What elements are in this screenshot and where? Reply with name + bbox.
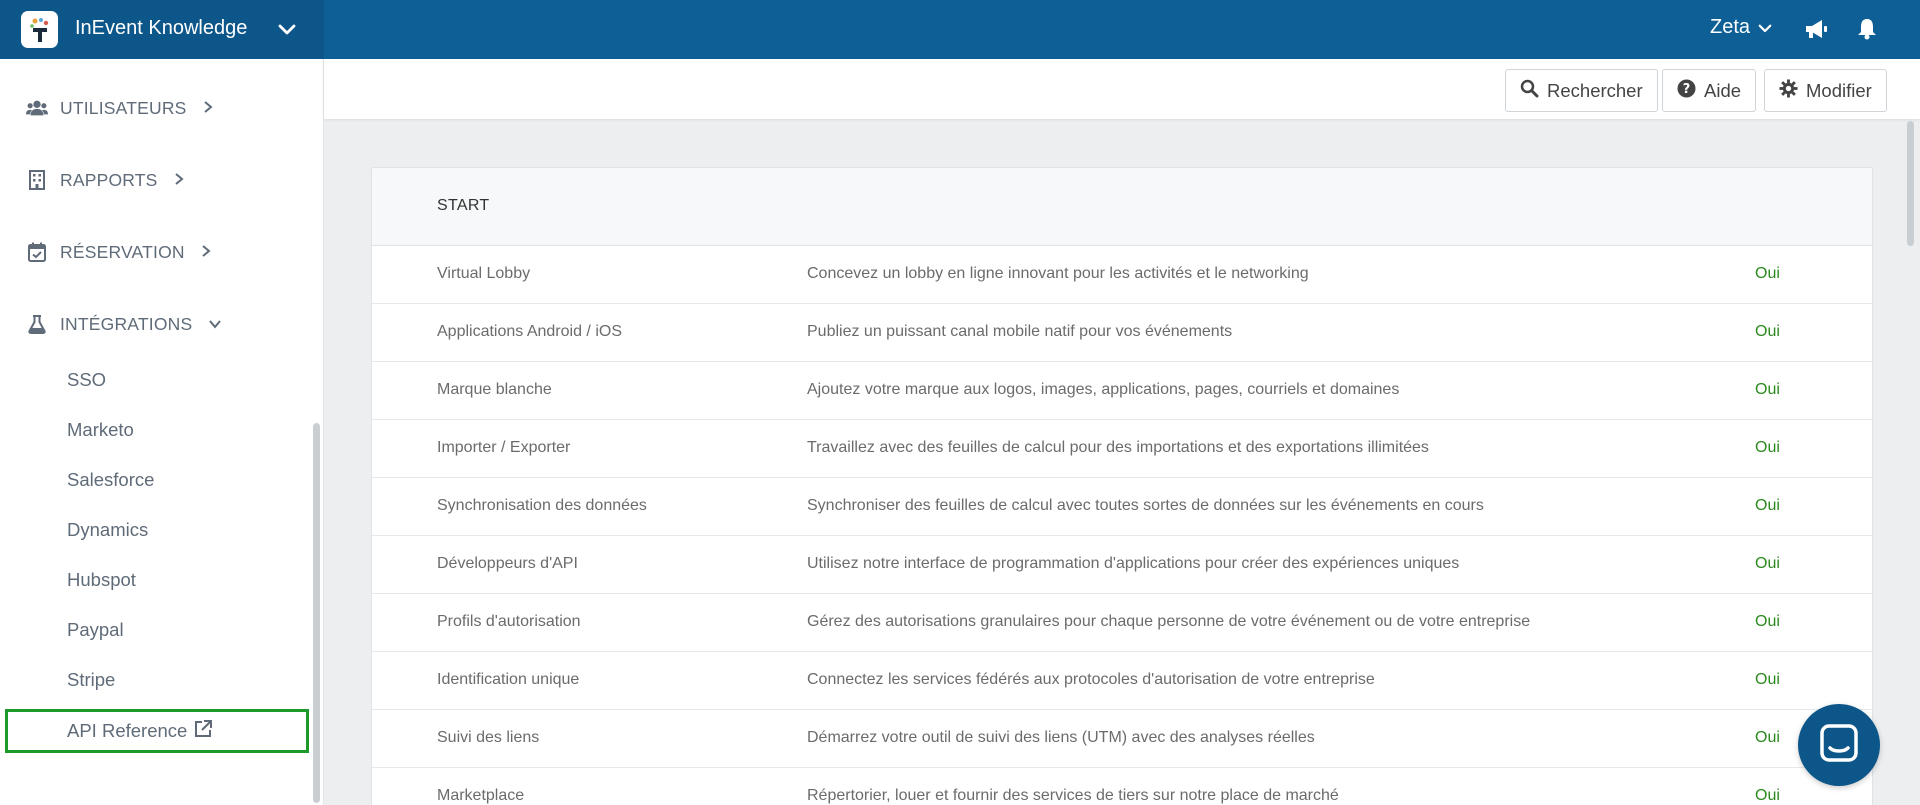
sidebar-scrollbar[interactable] [313,423,320,803]
top-bar: InEvent Knowledge Zeta [0,0,1920,59]
sidebar-item-users[interactable]: UTILISATEURS [26,97,213,119]
table-row: Applications Android / iOS Publiez un pu… [372,304,1872,362]
feature-value: Oui [1755,671,1780,688]
feature-value: Oui [1755,613,1780,630]
feature-value: Oui [1755,555,1780,572]
chevron-down-icon [1758,24,1772,32]
feature-value: Oui [1755,439,1780,456]
features-table: START Virtual Lobby Concevez un lobby en… [371,167,1873,805]
table-row: Synchronisation des données Synchroniser… [372,478,1872,536]
feature-description: Démarrez votre outil de suivi des liens … [807,729,1315,746]
sidebar-item-marketo[interactable]: Marketo [67,419,134,441]
main-scrollbar[interactable] [1907,121,1914,246]
table-row: Suivi des liens Démarrez votre outil de … [372,710,1872,768]
sidebar-item-stripe[interactable]: Stripe [67,669,115,691]
svg-text:?: ? [1683,82,1691,97]
feature-description: Connectez les services fédérés aux proto… [807,671,1375,688]
search-button[interactable]: Rechercher [1505,69,1658,112]
app-title: InEvent Knowledge [75,17,248,39]
table-header: START [372,168,1872,246]
user-menu[interactable]: Zeta [1710,16,1774,39]
feature-description: Utilisez notre interface de programmatio… [807,555,1460,572]
chevron-down-icon [208,316,222,332]
feature-name: Applications Android / iOS [437,323,622,340]
feature-description: Travaillez avec des feuilles de calcul p… [807,439,1429,456]
feature-description: Concevez un lobby en ligne innovant pour… [807,265,1309,282]
feature-description: Publiez un puissant canal mobile natif p… [807,323,1233,340]
building-icon [26,169,48,191]
table-row: Virtual Lobby Concevez un lobby en ligne… [372,246,1872,304]
table-row: Marketplace Répertorier, louer et fourni… [372,768,1872,805]
sidebar-item-label: API Reference [67,720,188,741]
users-icon [26,97,48,119]
table-row: Importer / Exporter Travaillez avec des … [372,420,1872,478]
feature-value: Oui [1755,729,1780,746]
feature-value: Oui [1755,323,1780,340]
feature-name: Marque blanche [437,381,552,398]
sidebar-item-api-reference[interactable]: API Reference [5,709,309,753]
feature-value: Oui [1755,497,1780,514]
gear-icon [1779,78,1798,103]
feature-name: Importer / Exporter [437,439,571,456]
chevron-right-icon [203,100,213,117]
search-button-label: Rechercher [1547,79,1643,101]
chat-launcher-button[interactable] [1798,704,1880,786]
flask-icon [26,313,48,335]
table-row: Identification unique Connectez les serv… [372,652,1872,710]
sidebar-item-integrations[interactable]: INTÉGRATIONS [26,313,222,335]
feature-description: Gérez des autorisations granulaires pour… [807,613,1531,630]
external-link-icon [193,719,213,744]
calendar-check-icon [26,241,48,263]
edit-button[interactable]: Modifier [1764,69,1887,112]
sidebar-item-hubspot[interactable]: Hubspot [67,569,136,591]
help-button-label: Aide [1704,79,1742,101]
search-icon [1520,79,1539,103]
table-row: Développeurs d'API Utilisez notre interf… [372,536,1872,594]
feature-name: Suivi des liens [437,729,540,746]
feature-name: Identification unique [437,671,580,688]
feature-name: Synchronisation des données [437,497,647,514]
feature-value: Oui [1755,787,1780,804]
sidebar-item-label: RAPPORTS [60,169,158,190]
feature-value: Oui [1755,381,1780,398]
feature-value: Oui [1755,265,1780,282]
brand-switcher[interactable]: InEvent Knowledge [0,0,324,59]
sidebar-item-reservation[interactable]: RÉSERVATION [26,241,211,263]
brand-logo-icon [21,11,58,48]
bell-icon[interactable] [1853,15,1881,43]
edit-button-label: Modifier [1806,79,1872,101]
chevron-down-icon[interactable] [275,17,299,41]
table-row: Marque blanche Ajoutez votre marque aux … [372,362,1872,420]
help-button[interactable]: ? Aide [1662,69,1757,112]
sidebar-item-label: RÉSERVATION [60,241,185,262]
feature-description: Répertorier, louer et fournir des servic… [807,787,1339,804]
feature-name: Développeurs d'API [437,555,578,572]
feature-description: Ajoutez votre marque aux logos, images, … [807,381,1400,398]
question-circle-icon: ? [1677,79,1696,103]
megaphone-icon[interactable] [1802,15,1830,43]
sidebar-item-dynamics[interactable]: Dynamics [67,519,148,541]
sidebar-item-label: INTÉGRATIONS [60,313,193,334]
sidebar-item-reports[interactable]: RAPPORTS [26,169,184,191]
chat-icon [1819,723,1859,768]
chevron-right-icon [201,244,211,261]
feature-name: Marketplace [437,787,525,804]
user-name: Zeta [1710,16,1751,38]
feature-name: Profils d'autorisation [437,613,581,630]
sidebar-item-label: UTILISATEURS [60,97,187,118]
feature-name: Virtual Lobby [437,265,531,282]
sidebar-item-paypal[interactable]: Paypal [67,619,124,641]
feature-description: Synchroniser des feuilles de calcul avec… [807,497,1484,514]
table-row: Profils d'autorisation Gérez des autoris… [372,594,1872,652]
sidebar-item-salesforce[interactable]: Salesforce [67,469,154,491]
chevron-right-icon [174,172,184,189]
table-heading: START [437,197,490,214]
sidebar-item-sso[interactable]: SSO [67,369,106,391]
